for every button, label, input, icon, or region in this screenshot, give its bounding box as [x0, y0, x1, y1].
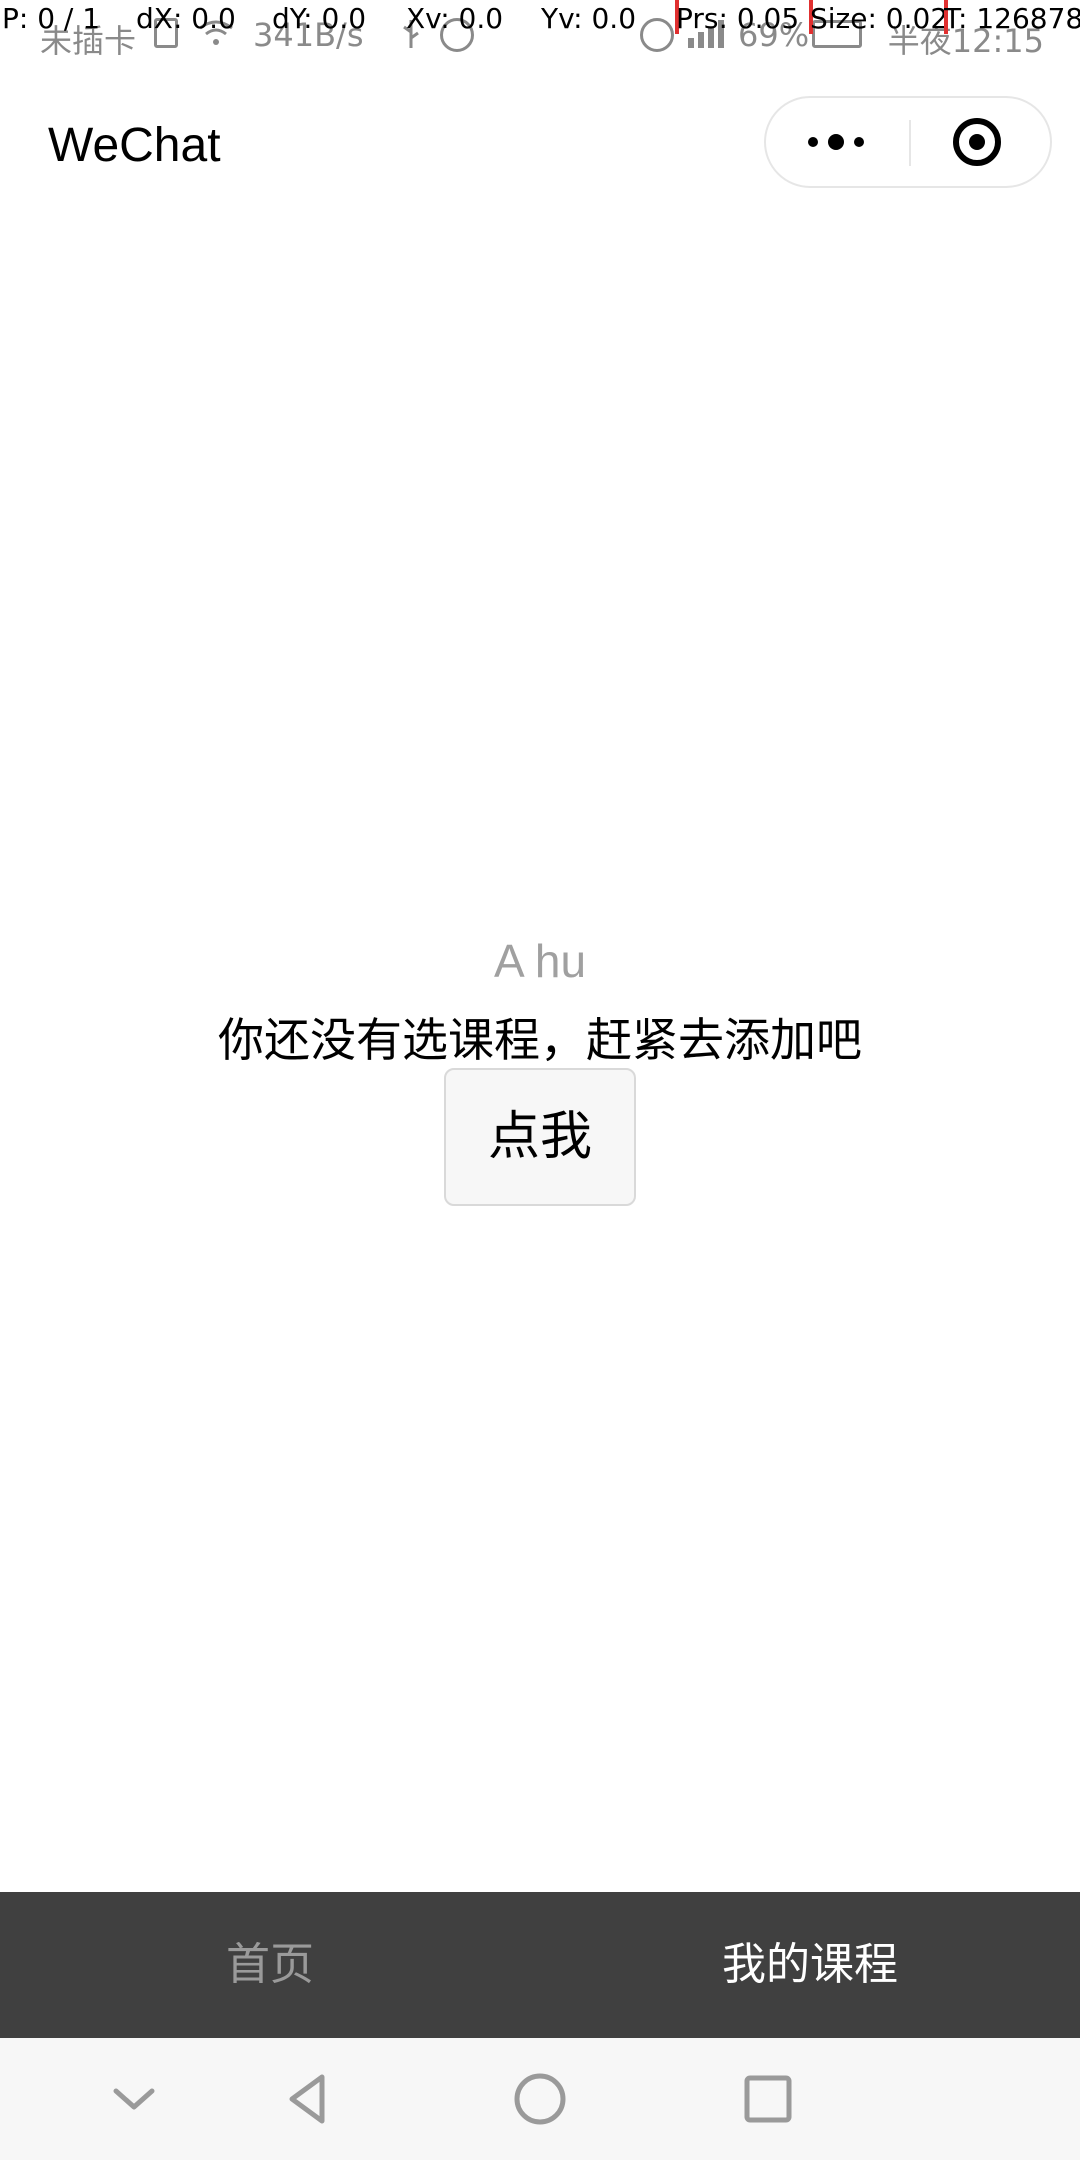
- tab-home[interactable]: 首页: [0, 1892, 540, 2038]
- tab-my-courses[interactable]: 我的课程: [540, 1892, 1080, 2038]
- screen: 未插卡 341B/s 69% 半夜12:15 P: 0 / 1 dX: 0.0 …: [0, 0, 1080, 2160]
- hide-keyboard-icon: [113, 2088, 155, 2110]
- recents-icon: [744, 2075, 792, 2123]
- empty-courses-message: 你还没有选课程，赶紧去添加吧: [218, 1013, 862, 1067]
- system-navigation-bar: [0, 2038, 1080, 2160]
- debug-pointer-count: P: 0 / 1: [2, 2, 101, 35]
- debug-pressure: Prs: 0.05: [676, 2, 800, 35]
- more-icon: [828, 134, 844, 150]
- hide-nav-button[interactable]: [74, 2038, 194, 2160]
- recents-button[interactable]: [708, 2038, 828, 2160]
- debug-time: T: 126878: [944, 2, 1080, 35]
- back-button[interactable]: [248, 2038, 368, 2160]
- more-icon: [808, 137, 818, 147]
- more-icon: [854, 137, 864, 147]
- close-miniprogram-button[interactable]: [911, 98, 1052, 186]
- mini-program-title-bar: WeChat: [0, 60, 1080, 230]
- user-name: A hu: [493, 935, 587, 987]
- debug-dy: dY: 0.0: [272, 2, 367, 35]
- pointer-location-overlay: P: 0 / 1 dX: 0.0 dY: 0.0 Xv: 0.0 Yv: 0.0…: [0, 0, 1080, 40]
- add-course-button[interactable]: 点我: [444, 1068, 636, 1206]
- mini-program-capsule: [764, 96, 1052, 188]
- home-button[interactable]: [480, 2038, 600, 2160]
- more-button[interactable]: [766, 98, 909, 186]
- close-miniprogram-icon-center: [969, 134, 985, 150]
- debug-xv: Xv: 0.0: [406, 2, 504, 35]
- tab-bar: 首页 我的课程: [0, 1892, 1080, 2038]
- page-title: WeChat: [48, 119, 221, 172]
- back-icon: [289, 2074, 325, 2124]
- home-icon: [514, 2073, 566, 2125]
- debug-size: Size: 0.02: [810, 2, 949, 35]
- debug-yv: Yv: 0.0: [541, 2, 637, 35]
- debug-dx: dX: 0.0: [136, 2, 236, 35]
